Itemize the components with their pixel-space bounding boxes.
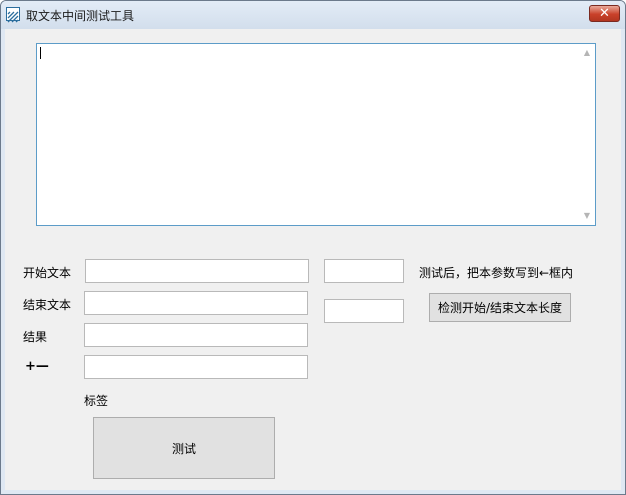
plus-minus-input[interactable] xyxy=(84,355,308,379)
result-input[interactable] xyxy=(84,323,308,347)
tag-label: 标签 xyxy=(84,394,109,408)
scroll-up-icon[interactable]: ▲ xyxy=(582,48,592,58)
test-button[interactable]: 测试 xyxy=(93,417,275,479)
client-area: ▲ ▼ 开始文本 测试后，把本参数写到←框内 结束文本 检测开始/结束文本长度 … xyxy=(5,29,621,490)
end-text-label: 结束文本 xyxy=(23,298,72,312)
close-button[interactable]: ✕ xyxy=(589,5,620,22)
start-text-input[interactable] xyxy=(85,259,309,283)
scroll-down-icon[interactable]: ▼ xyxy=(582,211,592,221)
check-length-button[interactable]: 检测开始/结束文本长度 xyxy=(429,293,571,322)
end-length-input[interactable] xyxy=(324,299,404,323)
plus-minus-label: +— xyxy=(25,359,49,374)
window-title: 取文本中间测试工具 xyxy=(26,9,135,23)
app-window: 取文本中间测试工具 ✕ ▲ ▼ 开始文本 测试后，把本参数写到←框内 结束文本 … xyxy=(0,0,626,495)
start-length-input[interactable] xyxy=(324,259,404,283)
main-textarea[interactable]: ▲ ▼ xyxy=(36,43,596,226)
title-bar[interactable]: 取文本中间测试工具 ✕ xyxy=(1,1,625,29)
result-label: 结果 xyxy=(23,330,48,344)
hint-text: 测试后，把本参数写到←框内 xyxy=(419,266,574,280)
end-text-input[interactable] xyxy=(84,291,308,315)
close-icon: ✕ xyxy=(599,6,610,21)
app-icon xyxy=(6,7,20,23)
text-caret xyxy=(40,47,41,59)
start-text-label: 开始文本 xyxy=(23,266,72,280)
